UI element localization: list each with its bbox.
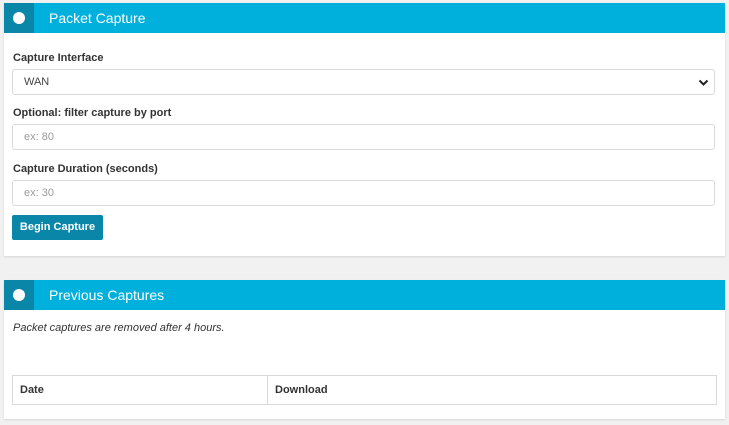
column-header-download[interactable]: Download <box>268 376 716 404</box>
previous-captures-header: Previous Captures <box>4 280 725 310</box>
panel-title: Previous Captures <box>49 287 165 303</box>
capture-duration-placeholder: ex: 30 <box>24 187 54 199</box>
panel-title: Packet Capture <box>49 10 146 26</box>
port-filter-input[interactable]: ex: 80 <box>12 124 715 150</box>
captures-table: Date Download <box>12 375 717 405</box>
packet-capture-panel: Packet Capture Capture Interface WAN Opt… <box>4 3 725 256</box>
chevron-down-icon <box>698 79 709 86</box>
capture-duration-input[interactable]: ex: 30 <box>12 180 715 206</box>
begin-capture-button[interactable]: Begin Capture <box>12 215 103 240</box>
capture-duration-label: Capture Duration (seconds) <box>13 163 158 175</box>
port-filter-label: Optional: filter capture by port <box>13 107 172 119</box>
column-header-date[interactable]: Date <box>13 376 268 404</box>
circle-icon <box>13 12 25 24</box>
header-tab <box>4 3 34 33</box>
retention-note: Packet captures are removed after 4 hour… <box>13 322 225 334</box>
packet-capture-header: Packet Capture <box>4 3 725 33</box>
previous-captures-panel: Previous Captures Packet captures are re… <box>4 280 725 419</box>
circle-icon <box>13 289 25 301</box>
capture-interface-label: Capture Interface <box>13 52 104 64</box>
capture-interface-value: WAN <box>24 76 50 88</box>
capture-interface-select[interactable]: WAN <box>12 69 715 95</box>
header-tab <box>4 280 34 310</box>
port-filter-placeholder: ex: 80 <box>24 131 54 143</box>
